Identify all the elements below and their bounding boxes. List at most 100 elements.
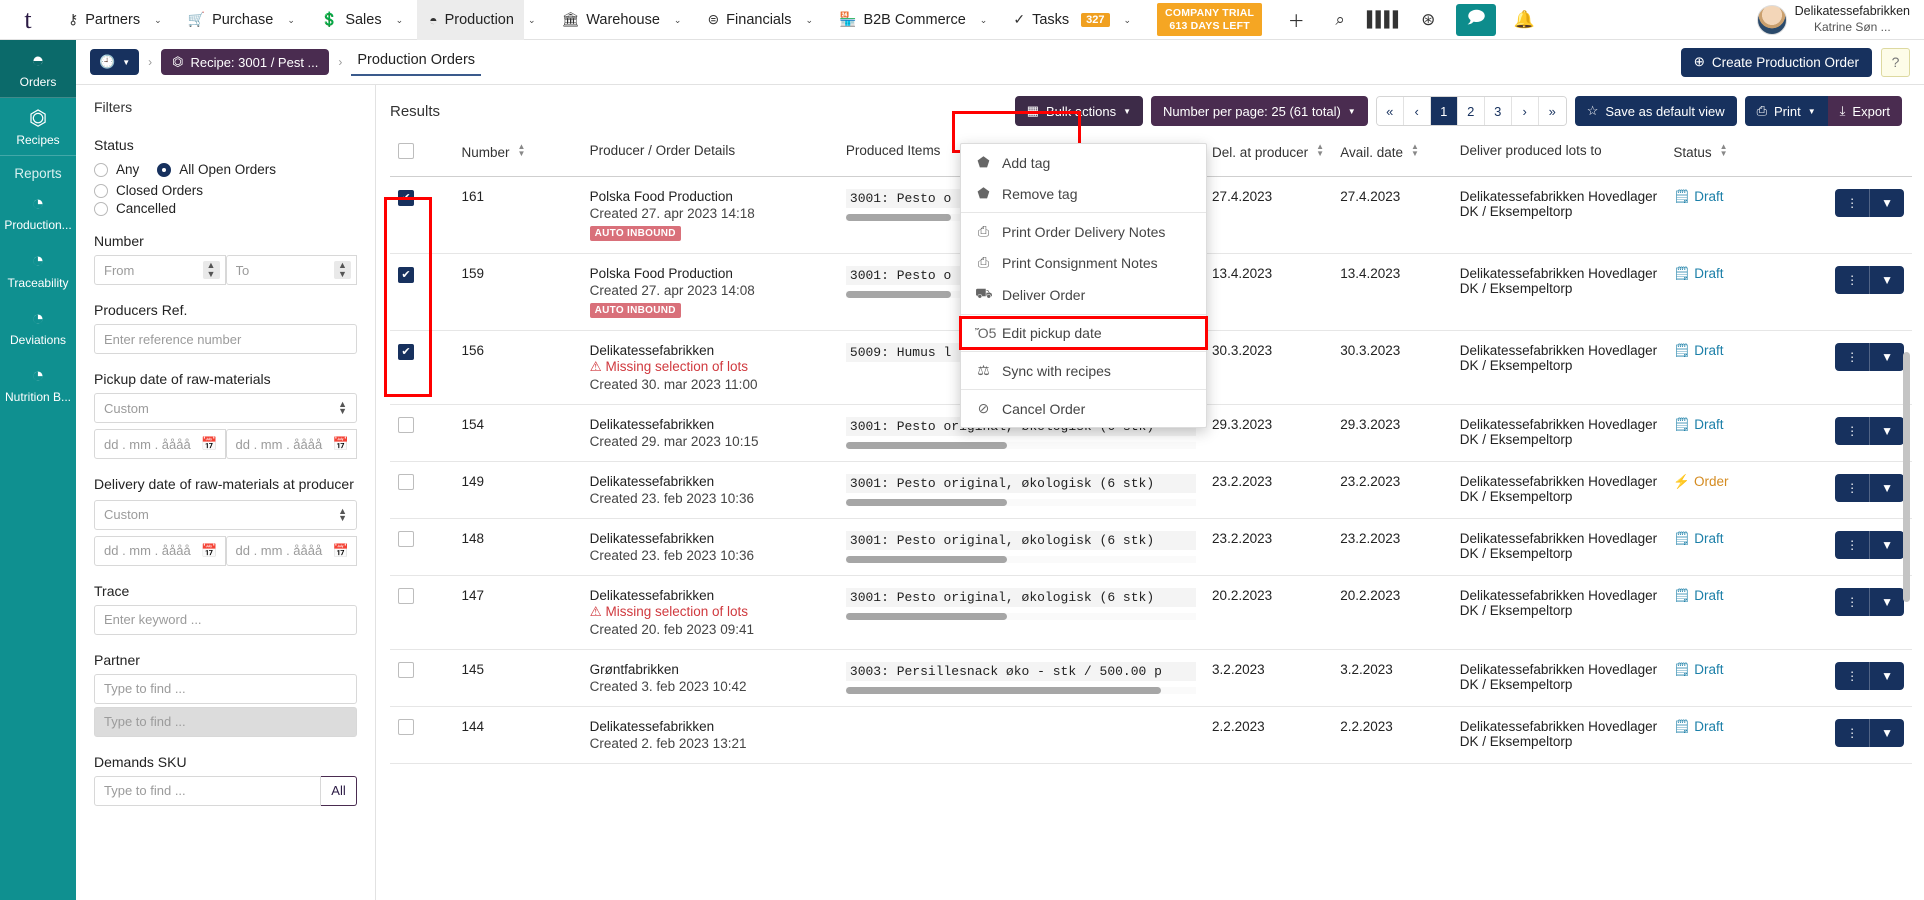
column-header-avail_date[interactable]: Avail. date▲▼ — [1332, 137, 1452, 177]
bell-icon[interactable]: 🔔 — [1502, 0, 1546, 40]
demands-sku-input[interactable] — [94, 776, 321, 806]
sidebar-item-production-[interactable]: ◔Production... — [0, 183, 76, 240]
table-row[interactable]: 145GrøntfabrikkenCreated 3. feb 2023 10:… — [390, 650, 1912, 707]
row-menu-icon[interactable]: ⋮ — [1835, 719, 1869, 747]
chevron-down-icon[interactable]: ⌄ — [976, 0, 1002, 40]
row-checkbox[interactable]: ✔ — [398, 267, 414, 283]
menu-item-deliver-order[interactable]: ⛟Deliver Order — [961, 278, 1206, 311]
row-actions-cell[interactable]: ⋮▼ — [1802, 519, 1912, 576]
export-button[interactable]: ⤓ Export — [1828, 96, 1902, 126]
select-all-checkbox[interactable] — [398, 143, 414, 159]
user-menu[interactable]: Delikatessefabrikken Katrine Søn ... — [1795, 4, 1924, 35]
status-radio-any[interactable]: Any — [94, 162, 139, 177]
sort-icon[interactable]: ▲▼ — [1316, 143, 1324, 157]
history-button[interactable]: 🕘▼ — [90, 49, 139, 75]
sidebar-item-traceability[interactable]: ◔Traceability — [0, 240, 76, 297]
chevron-down-icon[interactable]: ⌄ — [392, 0, 418, 40]
table-row[interactable]: 148DelikatessefabrikkenCreated 23. feb 2… — [390, 519, 1912, 576]
number-stepper[interactable]: ▲▼ — [334, 261, 351, 279]
menu-item-edit-pickup-date[interactable]: Ὄ5Edit pickup date — [961, 318, 1206, 348]
row-menu-icon[interactable]: ⋮ — [1835, 417, 1869, 445]
sidebar-item-nutrition-b-[interactable]: ◔Nutrition B... — [0, 355, 76, 412]
chevron-down-icon[interactable]: ⌄ — [150, 0, 176, 40]
row-actions-cell[interactable]: ⋮▼ — [1802, 707, 1912, 764]
sidebar-item-deviations[interactable]: ◔Deviations — [0, 298, 76, 355]
chevron-down-icon[interactable]: ▼ — [1869, 662, 1904, 690]
row-checkbox[interactable] — [398, 417, 414, 433]
chevron-down-icon[interactable]: ▼ — [1869, 719, 1904, 747]
row-checkbox-cell[interactable] — [390, 707, 453, 764]
number-per-page-button[interactable]: Number per page: 25 (61 total) ▼ — [1151, 96, 1368, 126]
chevron-down-icon[interactable]: ▼ — [1869, 189, 1904, 217]
breadcrumb-current[interactable]: Production Orders — [351, 48, 481, 76]
page-button-x[interactable]: › — [1512, 97, 1539, 125]
page-button-x[interactable]: ‹ — [1404, 97, 1431, 125]
menu-item-print-order-delivery-notes[interactable]: ⎙Print Order Delivery Notes — [961, 216, 1206, 247]
row-menu-icon[interactable]: ⋮ — [1835, 266, 1869, 294]
chevron-down-icon[interactable]: ▼ — [1869, 417, 1904, 445]
print-button[interactable]: ⎙ Print ▼ — [1745, 96, 1828, 126]
sort-icon[interactable]: ▲▼ — [1720, 143, 1728, 157]
page-button-1[interactable]: 1 — [1431, 97, 1458, 125]
chevron-down-icon[interactable]: ▼ — [1869, 266, 1904, 294]
trace-input[interactable] — [94, 605, 357, 635]
status-radio-all-open[interactable]: All Open Orders — [157, 162, 276, 177]
menu-item-add-tag[interactable]: ⬟Add tag — [961, 147, 1206, 178]
row-checkbox[interactable] — [398, 474, 414, 490]
search-icon[interactable]: ⌕ — [1318, 0, 1362, 40]
sort-icon[interactable]: ▲▼ — [517, 143, 525, 157]
menu-item-remove-tag[interactable]: ⬟Remove tag — [961, 178, 1206, 209]
save-as-default-view-button[interactable]: ☆ Save as default view — [1575, 96, 1737, 126]
create-production-order-button[interactable]: ⊕ Create Production Order — [1681, 48, 1872, 77]
row-menu-icon[interactable]: ⋮ — [1835, 343, 1869, 371]
row-actions-cell[interactable]: ⋮▼ — [1802, 576, 1912, 650]
add-icon[interactable]: ＋ — [1274, 0, 1318, 40]
row-checkbox[interactable]: ✔ — [398, 344, 414, 360]
row-checkbox-cell[interactable]: ✔ — [390, 254, 453, 331]
calendar-icon[interactable]: 📅 — [201, 543, 217, 559]
chat-icon[interactable]: 🗩 — [1456, 4, 1496, 36]
partner-secondary-input[interactable] — [94, 707, 357, 737]
row-checkbox-cell[interactable] — [390, 519, 453, 576]
page-button-3[interactable]: 3 — [1485, 97, 1512, 125]
partner-input[interactable] — [94, 674, 357, 704]
chevron-down-icon[interactable]: ⌄ — [524, 0, 550, 40]
chevron-down-icon[interactable]: ⌄ — [283, 0, 309, 40]
page-button-x[interactable]: « — [1377, 97, 1404, 125]
page-button-x[interactable]: » — [1539, 97, 1566, 125]
nav-item-warehouse[interactable]: 🏛Warehouse — [549, 0, 669, 40]
row-checkbox[interactable]: ✔ — [398, 190, 414, 206]
nav-item-sales[interactable]: 💲Sales — [309, 0, 392, 40]
help-icon[interactable]: ? — [1881, 48, 1910, 77]
chevron-down-icon[interactable]: ▼ — [1869, 588, 1904, 616]
nav-item-tasks[interactable]: ✓Tasks327 — [1001, 0, 1119, 40]
chevron-down-icon[interactable]: ⌄ — [801, 0, 827, 40]
avatar[interactable] — [1757, 5, 1787, 35]
chevron-down-icon[interactable]: ⌄ — [1120, 0, 1146, 40]
sidebar-item-recipes[interactable]: ⏣ Recipes — [0, 98, 76, 156]
menu-item-cancel-order[interactable]: ⊘Cancel Order — [961, 393, 1206, 424]
table-row[interactable]: 149DelikatessefabrikkenCreated 23. feb 2… — [390, 462, 1912, 519]
row-checkbox[interactable] — [398, 719, 414, 735]
row-actions-cell[interactable]: ⋮▼ — [1802, 650, 1912, 707]
status-radio-cancelled[interactable]: Cancelled — [94, 201, 357, 216]
menu-item-sync-with-recipes[interactable]: ⚖Sync with recipes — [961, 355, 1206, 386]
row-checkbox-cell[interactable]: ✔ — [390, 177, 453, 254]
producers-ref-input[interactable] — [94, 324, 357, 354]
demands-sku-all-button[interactable]: All — [321, 776, 357, 806]
nav-item-financials[interactable]: ⊜Financials — [695, 0, 801, 40]
row-checkbox[interactable] — [398, 662, 414, 678]
table-row[interactable]: 144DelikatessefabrikkenCreated 2. feb 20… — [390, 707, 1912, 764]
row-menu-icon[interactable]: ⋮ — [1835, 588, 1869, 616]
row-checkbox[interactable] — [398, 531, 414, 547]
calendar-icon[interactable]: 📅 — [201, 436, 217, 452]
calendar-icon[interactable]: 📅 — [333, 543, 349, 559]
calendar-icon[interactable]: 📅 — [333, 436, 349, 452]
row-checkbox-cell[interactable] — [390, 462, 453, 519]
row-checkbox-cell[interactable] — [390, 405, 453, 462]
row-checkbox[interactable] — [398, 588, 414, 604]
row-actions-cell[interactable]: ⋮▼ — [1802, 462, 1912, 519]
breadcrumb-recipe[interactable]: ⏣ Recipe: 3001 / Pest ... — [161, 49, 329, 75]
row-menu-icon[interactable]: ⋮ — [1835, 662, 1869, 690]
column-header-number[interactable]: Number▲▼ — [453, 137, 581, 177]
